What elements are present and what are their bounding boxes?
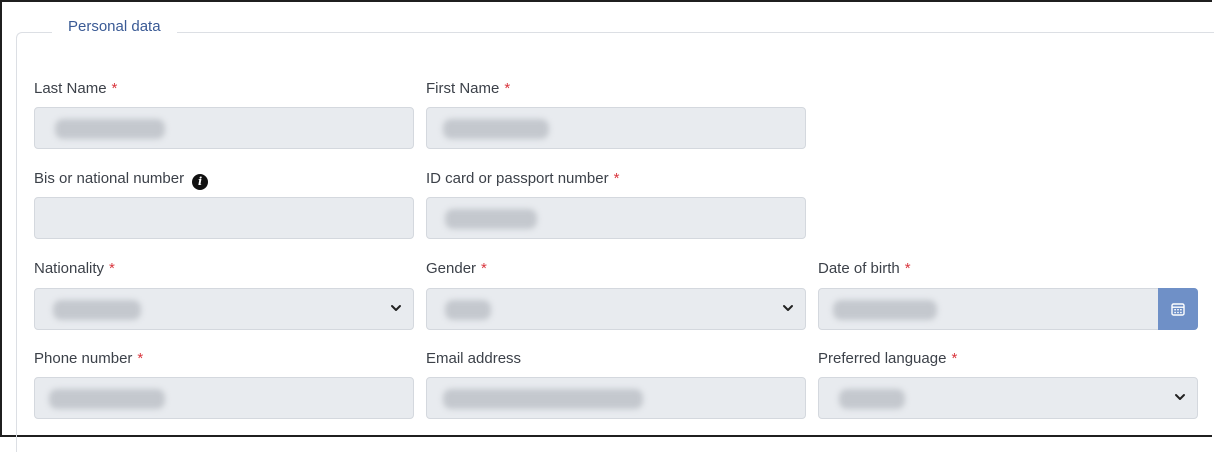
chevron-down-icon — [783, 305, 793, 311]
calendar-button[interactable] — [1158, 288, 1198, 330]
first-name-label: First Name * — [426, 80, 511, 97]
required-marker: * — [951, 350, 958, 367]
redacted-value — [443, 389, 643, 409]
email-label: Email address — [426, 350, 522, 367]
required-marker: * — [613, 170, 620, 187]
gender-select[interactable] — [426, 288, 806, 330]
required-marker: * — [109, 260, 115, 277]
phone-label: Phone number * — [34, 350, 144, 367]
preferred-language-label: Preferred language * — [818, 350, 958, 367]
redacted-value — [53, 300, 141, 320]
required-marker: * — [904, 260, 911, 277]
gender-label: Gender * — [426, 260, 487, 277]
bis-number-label: Bis or national number i — [34, 170, 209, 190]
last-name-input[interactable] — [34, 107, 414, 149]
id-card-input[interactable] — [426, 197, 806, 239]
chevron-down-icon — [1175, 394, 1185, 400]
preferred-language-select[interactable] — [818, 377, 1198, 419]
nationality-label: Nationality * — [34, 260, 115, 277]
required-marker: * — [481, 260, 487, 277]
date-of-birth-input[interactable] — [818, 288, 1198, 330]
calendar-icon — [1171, 303, 1185, 316]
redacted-value — [49, 389, 165, 409]
redacted-value — [839, 389, 905, 409]
redacted-value — [445, 209, 537, 229]
first-name-input[interactable] — [426, 107, 806, 149]
section-legend: Personal data — [52, 18, 177, 35]
required-marker: * — [504, 80, 511, 97]
email-input[interactable] — [426, 377, 806, 419]
redacted-value — [445, 300, 491, 320]
id-card-label: ID card or passport number * — [426, 170, 620, 187]
nationality-select[interactable] — [34, 288, 414, 330]
redacted-value — [443, 119, 549, 139]
phone-input[interactable] — [34, 377, 414, 419]
last-name-label: Last Name * — [34, 80, 118, 97]
redacted-value — [55, 119, 165, 139]
redacted-value — [833, 300, 937, 320]
info-icon[interactable]: i — [192, 174, 209, 190]
chevron-down-icon — [391, 305, 401, 311]
date-of-birth-label: Date of birth * — [818, 260, 911, 277]
bis-number-input[interactable] — [34, 197, 414, 239]
required-marker: * — [137, 350, 144, 367]
required-marker: * — [111, 80, 118, 97]
